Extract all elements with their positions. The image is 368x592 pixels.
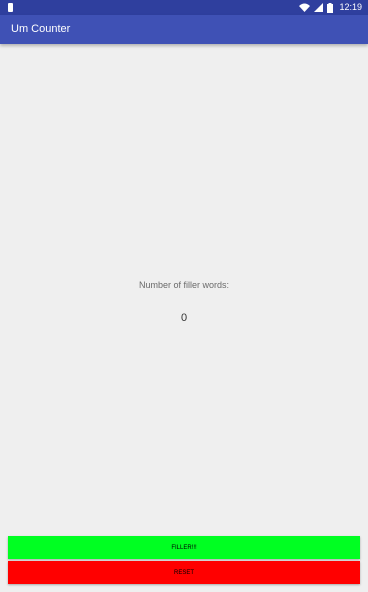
app-bar: Um Counter [0, 15, 368, 44]
wifi-icon [299, 3, 311, 12]
filler-button[interactable]: FILLER!!! [8, 536, 360, 559]
status-time: 12:19 [339, 2, 362, 12]
filler-words-label: Number of filler words: [138, 280, 230, 290]
notification-icon [8, 3, 13, 12]
status-bar: 12:19 [0, 0, 368, 15]
main-content: Number of filler words: 0 [0, 44, 368, 534]
filler-words-count: 0 [180, 312, 188, 324]
reset-button[interactable]: RESET [8, 561, 360, 584]
battery-icon [327, 2, 334, 13]
app-title: Um Counter [11, 23, 71, 35]
signal-icon [314, 3, 324, 12]
status-icons: 12:19 [299, 2, 362, 13]
app-screen: 12:19 Um Counter Number of filler words:… [0, 0, 368, 592]
